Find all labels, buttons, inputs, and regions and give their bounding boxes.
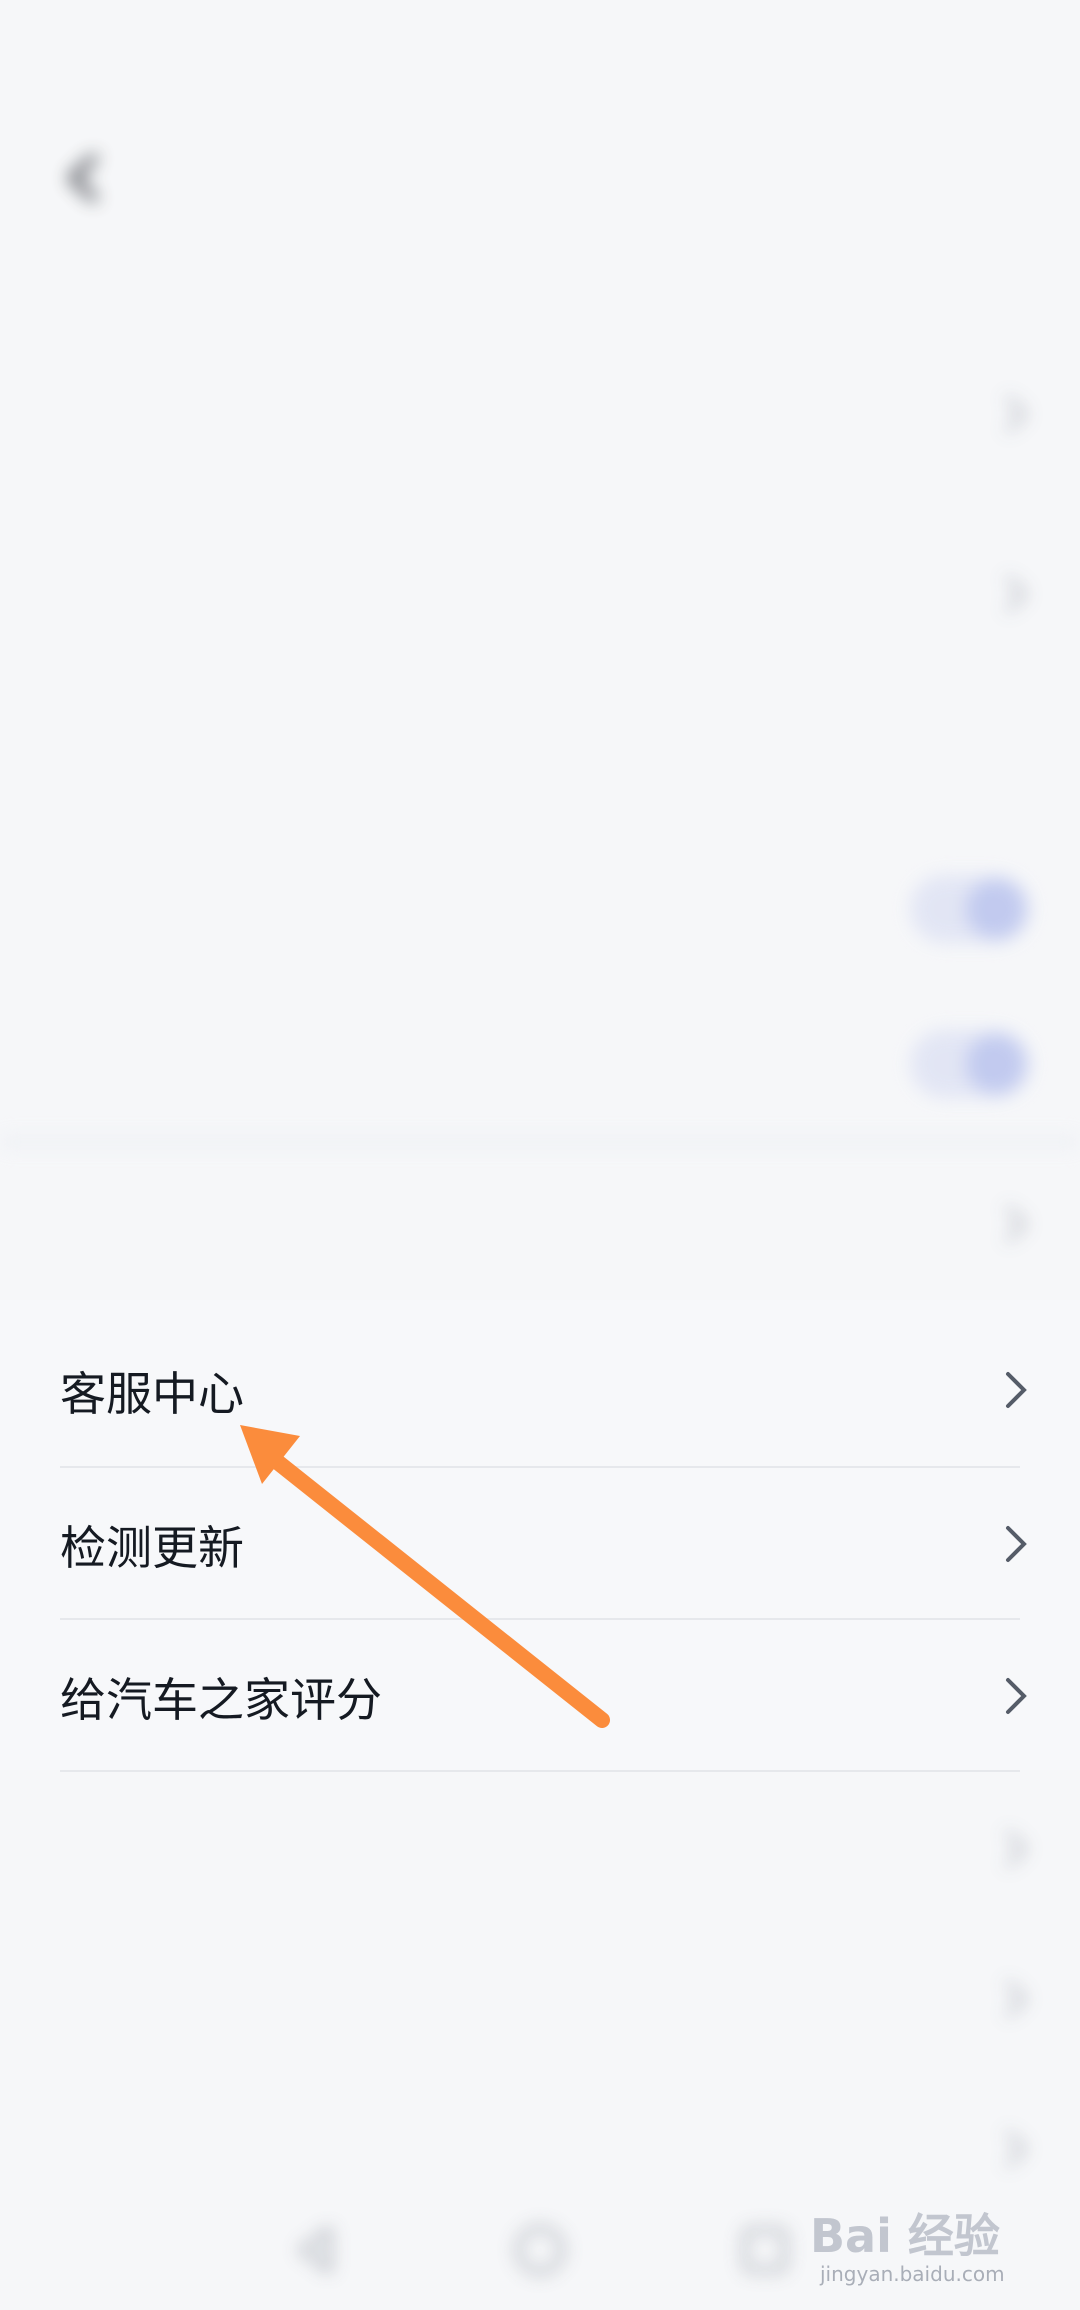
row-divider	[60, 1466, 1020, 1468]
settings-row-customer-service[interactable]: 客服中心	[0, 1316, 1080, 1466]
settings-row-7[interactable]	[0, 1775, 1080, 1925]
watermark-url: jingyan.baidu.com	[820, 2262, 1005, 2286]
check-update-label: 检测更新	[60, 1521, 244, 1575]
settings-row-1[interactable]	[0, 340, 1080, 490]
recents-square-icon[interactable]	[735, 2220, 795, 2280]
group-divider	[0, 1135, 1080, 1149]
settings-row-rate-app[interactable]: 给汽车之家评分	[0, 1622, 1080, 1772]
settings-row-check-update[interactable]: 检测更新	[0, 1470, 1080, 1620]
watermark-logo-text: Bai 经验	[810, 2209, 1000, 2263]
row-divider	[60, 1618, 1020, 1620]
chevron-right-icon	[1006, 2131, 1027, 2167]
settings-row-2[interactable]	[0, 520, 1080, 670]
back-triangle-icon[interactable]	[285, 2220, 345, 2280]
settings-screen: 客服中心 检测更新 给汽车之家评分 Bai 经验 jingyan.baidu.c…	[0, 0, 1080, 2310]
rate-app-label: 给汽车之家评分	[60, 1673, 382, 1727]
toggle-switch[interactable]	[910, 1030, 1030, 1098]
settings-row-5[interactable]	[0, 990, 1080, 1140]
nav-bar	[0, 120, 1080, 230]
chevron-right-icon	[1006, 1981, 1027, 2017]
chevron-right-icon	[1006, 576, 1027, 612]
chevron-right-icon	[1006, 1206, 1027, 1242]
chevron-right-icon	[1006, 396, 1027, 432]
chevron-right-icon	[1006, 1526, 1027, 1562]
toggle-switch[interactable]	[910, 875, 1030, 943]
settings-row-3[interactable]	[0, 685, 1080, 835]
status-bar	[0, 0, 1080, 120]
customer-service-label: 客服中心	[60, 1367, 244, 1421]
back-arrow-icon[interactable]	[56, 148, 116, 208]
row-divider	[60, 1770, 1020, 1772]
highlighted-section: 客服中心 检测更新 给汽车之家评分	[0, 1300, 1080, 1772]
settings-row-6[interactable]	[0, 1150, 1080, 1300]
chevron-right-icon	[1006, 1831, 1027, 1867]
subline	[60, 240, 1020, 280]
chevron-right-icon	[1006, 1372, 1027, 1408]
home-circle-icon[interactable]	[510, 2220, 570, 2280]
chevron-right-icon	[1006, 1678, 1027, 1714]
settings-row-8[interactable]	[0, 1925, 1080, 2075]
baidu-watermark: Bai 经验 jingyan.baidu.com	[810, 2190, 1040, 2300]
settings-row-4[interactable]	[0, 835, 1080, 985]
